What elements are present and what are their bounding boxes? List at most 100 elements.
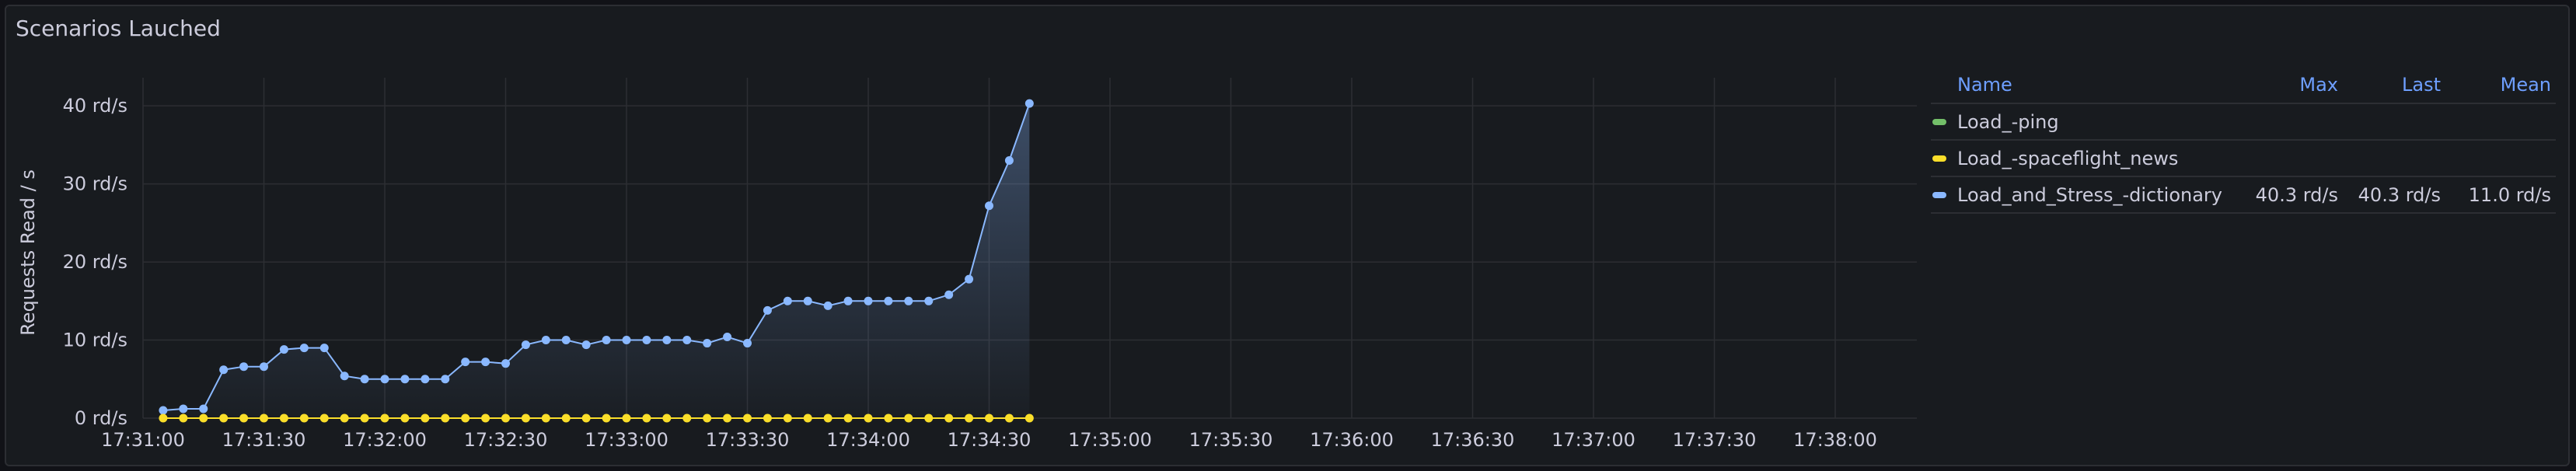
data-point [501, 359, 510, 368]
legend-series-name[interactable]: Load_-ping [1957, 111, 2228, 133]
data-point [1024, 99, 1034, 108]
data-point [965, 413, 974, 423]
legend-header-row: Name Max Last Mean [1931, 67, 2556, 104]
data-point [884, 413, 893, 423]
data-point [783, 296, 792, 305]
legend-mean-value: 11.0 rd/s [2468, 183, 2551, 206]
data-point [179, 413, 188, 423]
data-point [521, 413, 530, 423]
data-point [1004, 413, 1014, 423]
data-point [1004, 155, 1014, 165]
legend-series-name[interactable]: Load_-spaceflight_news [1957, 148, 2228, 169]
data-point [965, 274, 974, 284]
data-point [843, 296, 853, 305]
legend-header-mean[interactable]: Mean [2441, 74, 2556, 96]
data-point [380, 375, 389, 384]
data-point [219, 413, 229, 423]
data-point [803, 296, 812, 305]
data-point [299, 344, 309, 353]
data-point [985, 413, 993, 423]
data-point [864, 296, 873, 305]
data-point [864, 413, 873, 423]
legend-header-last[interactable]: Last [2338, 74, 2441, 96]
legend-series-name[interactable]: Load_and_Stress_-dictionary [1957, 184, 2228, 206]
data-point [682, 336, 692, 345]
data-point [199, 413, 208, 423]
data-point [541, 413, 550, 423]
legend-row-load-spaceflight-news[interactable]: Load_-spaceflight_news [1931, 141, 2556, 177]
data-point [723, 333, 732, 342]
data-point [260, 362, 268, 372]
x-tick-label: 17:38:00 [1793, 429, 1877, 451]
data-point [642, 336, 651, 345]
data-point [461, 358, 470, 367]
data-point [763, 413, 772, 423]
chart-grid [142, 78, 1917, 419]
data-point [642, 413, 651, 423]
data-point [299, 413, 309, 423]
x-tick-label: 17:35:30 [1189, 429, 1273, 451]
legend-table: Name Max Last Mean Load_-ping Load_-spac… [1931, 67, 2556, 214]
data-point [481, 358, 490, 367]
data-point [360, 413, 369, 423]
data-point [602, 336, 611, 345]
legend-swatch-green [1932, 118, 1946, 125]
data-point [581, 413, 591, 423]
data-point [279, 345, 288, 354]
chart-series [159, 99, 1034, 423]
y-tick-label: 30 rd/s [63, 173, 127, 195]
data-point [662, 413, 672, 423]
data-point [239, 413, 249, 423]
x-tick-label: 17:32:00 [343, 429, 427, 451]
x-tick-label: 17:33:30 [706, 429, 790, 451]
y-axis-label: Requests Read / s [17, 169, 39, 336]
data-point [884, 296, 893, 305]
x-tick-label: 17:37:00 [1552, 429, 1635, 451]
legend-swatch-yellow [1932, 155, 1946, 162]
data-point [723, 413, 732, 423]
y-axis-ticks: 0 rd/s 10 rd/s 20 rd/s 30 rd/s 40 rd/s [63, 95, 127, 429]
data-point [360, 375, 369, 384]
data-point [561, 413, 571, 423]
x-tick-label: 17:34:30 [948, 429, 1031, 451]
data-point [924, 413, 934, 423]
data-point [340, 372, 349, 381]
data-point [380, 413, 389, 423]
data-point [783, 413, 792, 423]
data-point [743, 413, 752, 423]
data-point [219, 365, 229, 375]
data-point [843, 413, 853, 423]
x-tick-label: 17:34:00 [826, 429, 910, 451]
data-point [400, 413, 410, 423]
legend-header-name[interactable]: Name [1931, 74, 2228, 96]
data-point [944, 413, 954, 423]
data-point [239, 362, 249, 372]
data-point [662, 336, 672, 345]
data-point [682, 413, 692, 423]
data-point [481, 413, 490, 423]
data-point [622, 336, 631, 345]
legend-last-value: 40.3 rd/s [2358, 183, 2441, 206]
legend-header-max[interactable]: Max [2228, 74, 2338, 96]
x-tick-label: 17:36:00 [1310, 429, 1394, 451]
legend-row-load-and-stress-dictionary[interactable]: Load_and_Stress_-dictionary 40.3 rd/s 40… [1931, 177, 2556, 214]
data-point [985, 201, 993, 211]
data-point [581, 340, 591, 350]
data-point [279, 413, 288, 423]
data-point [400, 375, 410, 384]
data-point [521, 340, 530, 350]
data-point [622, 413, 631, 423]
y-tick-label: 0 rd/s [75, 407, 127, 429]
data-point [561, 336, 571, 345]
legend-max-value: 40.3 rd/s [2255, 183, 2338, 206]
data-point [703, 413, 712, 423]
legend-swatch-blue [1932, 191, 1946, 198]
legend-row-load-ping[interactable]: Load_-ping [1931, 104, 2556, 141]
x-tick-label: 17:31:30 [222, 429, 306, 451]
data-point [461, 413, 470, 423]
data-point [803, 413, 812, 423]
data-point [441, 375, 450, 384]
data-point [340, 413, 349, 423]
y-tick-label: 10 rd/s [63, 330, 127, 351]
data-point [944, 290, 954, 299]
